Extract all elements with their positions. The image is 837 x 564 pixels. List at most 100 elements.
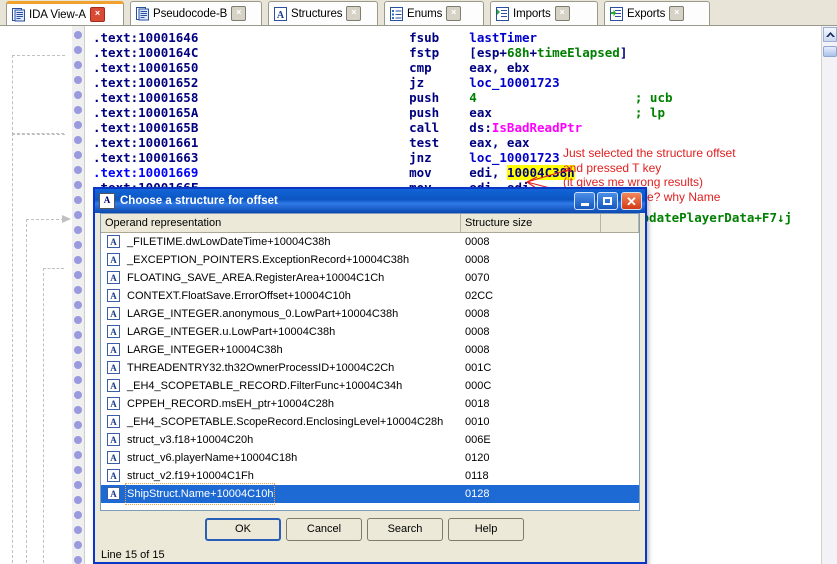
line-mnemonic: jz (409, 75, 470, 90)
ok-button[interactable]: OK (205, 518, 281, 541)
flow-marker-dot (74, 46, 82, 54)
column-header-spare[interactable] (601, 214, 639, 232)
structure-size-cell: 001C (465, 362, 492, 374)
code-reference[interactable]: loc_10001723 (469, 75, 559, 90)
scrollbar-thumb[interactable] (823, 46, 837, 57)
tab-close-icon[interactable]: × (669, 6, 685, 21)
disassembly-line[interactable]: .text:10001658 push 4 ; ucb (93, 90, 673, 105)
graph-flow-line (12, 133, 64, 134)
line-address: .text:10001669 (93, 165, 199, 180)
operand-representation-cell: LARGE_INTEGER+10004C38h (127, 344, 283, 356)
tab-bar: IDA View-A × Pseudocode-B × A Structures × Enum… (0, 0, 837, 26)
operand-representation-cell: ShipStruct.Name+10004C10h (124, 483, 276, 505)
line-comment: ; ucb (634, 90, 673, 105)
operand-representation-cell: CPPEH_RECORD.msEH_ptr+10004C28h (127, 398, 334, 410)
flow-marker-dot (74, 181, 82, 189)
tab-close-icon[interactable]: × (554, 6, 570, 21)
table-row[interactable]: Astruct_v2.f19+10004C1Fh 0118 (101, 467, 639, 485)
tab-close-icon[interactable]: × (346, 6, 362, 21)
column-header[interactable]: Structure size (461, 214, 601, 232)
tab-close-icon[interactable]: × (89, 7, 105, 22)
disassembly-line[interactable]: .text:10001646 fsub lastTimer (93, 30, 537, 45)
minimize-button[interactable] (574, 192, 595, 210)
table-row[interactable]: A CONTEXT.FloatSave.ErrorOffset+10004C10h… (101, 287, 639, 305)
tab-close-icon[interactable]: × (446, 6, 462, 21)
tab-imports[interactable]: Imports × (490, 1, 598, 25)
tab-enums[interactable]: Enums × (384, 1, 484, 25)
line-operands: eax, ebx (469, 60, 530, 75)
graph-flow-line (26, 219, 27, 563)
disassembly-line[interactable]: .text:1000165B call ds:IsBadReadPtr (93, 120, 582, 135)
struct-icon: A (107, 235, 120, 248)
graph-flow-line (12, 133, 13, 563)
table-row[interactable]: A THREADENTRY32.th32OwnerProcessID+10004C… (101, 359, 639, 377)
column-header[interactable]: Operand representation (101, 214, 461, 232)
list-rows[interactable]: A _FILETIME.dwLowDateTime+10004C38h 0008 A _… (101, 233, 639, 505)
disassembly-line[interactable]: .text:1000165A push eax ; lp (93, 105, 665, 120)
flow-arrow-icon (62, 214, 72, 224)
struct-icon: A (107, 487, 120, 500)
table-row[interactable]: A LARGE_INTEGER+10004C38h 0008 (101, 341, 639, 359)
line-mnemonic: call (409, 120, 470, 135)
line-address: .text:10001652 (93, 75, 199, 90)
flow-marker-dot (74, 406, 82, 414)
table-row[interactable]: A LARGE_INTEGER.u.LowPart+10004C38h 0008 (101, 323, 639, 341)
operand-representation-cell: _EH4_SCOPETABLE.ScopeRecord.EnclosingLev… (127, 416, 444, 428)
table-row[interactable]: A _FILETIME.dwLowDateTime+10004C38h 0008 (101, 233, 639, 251)
flow-marker-dot (74, 256, 82, 264)
scroll-up-button[interactable] (823, 27, 837, 42)
disassembly-line[interactable]: .text:10001650 cmp eax, ebx (93, 60, 530, 75)
tab-label: Enums (407, 7, 443, 20)
line-address: .text:1000165A (93, 105, 199, 120)
table-row[interactable]: Astruct_v3.f18+10004C20h 006E (101, 431, 639, 449)
table-row[interactable]: A FLOATING_SAVE_AREA.RegisterArea+10004C1… (101, 269, 639, 287)
disassembly-line[interactable]: .text:1000164C fstp [esp+68h+timeElapsed… (93, 45, 627, 60)
flow-marker-dot (74, 106, 82, 114)
table-row[interactable]: A _EH4_SCOPETABLE.ScopeRecord.EnclosingLe… (101, 413, 639, 431)
structure-list[interactable]: Operand representation Structure size A _F… (100, 213, 640, 511)
flow-marker-dot (74, 31, 82, 39)
tab-ida-view-a[interactable]: IDA View-A × (6, 1, 124, 25)
code-reference[interactable]: lastTimer (469, 30, 537, 45)
help-button[interactable]: Help (448, 518, 524, 541)
table-row[interactable]: A _EH4_SCOPETABLE_RECORD.FilterFunc+10004… (101, 377, 639, 395)
table-row[interactable]: A LARGE_INTEGER.anonymous_0.LowPart+10004… (101, 305, 639, 323)
dialog-title-bar[interactable]: A Choose a structure for offset ✕ (95, 189, 645, 213)
struct-icon: A (107, 379, 120, 392)
line-comment: ; lp (634, 105, 665, 120)
tab-close-icon[interactable]: × (231, 6, 247, 21)
dialog-body: Operand representation Structure size A _F… (95, 213, 645, 562)
minimize-icon (580, 202, 589, 206)
disassembly-line[interactable]: .text:10001652 jz loc_10001723 (93, 75, 560, 90)
disassembly-line[interactable]: .text:10001669 mov edi, 10004C38h (93, 165, 575, 180)
flow-marker-dot (74, 391, 82, 399)
table-row[interactable]: Astruct_v6.playerName+10004C18h 0120 (101, 449, 639, 467)
maximize-button[interactable] (597, 192, 618, 210)
tab-structures[interactable]: A Structures × (268, 1, 378, 25)
xref-label: UpdatePlayerData+F7↓j (634, 210, 793, 225)
tab-exports[interactable]: Exports × (604, 1, 710, 25)
operand-representation-cell: _FILETIME.dwLowDateTime+10004C38h (127, 236, 331, 248)
api-name[interactable]: IsBadReadPtr (492, 120, 582, 135)
line-mnemonic: push (409, 105, 470, 120)
close-button[interactable]: ✕ (621, 192, 642, 210)
code-reference[interactable]: loc_10001723 (469, 150, 559, 165)
table-row[interactable]: A ShipStruct.Name+10004C10h 0128 (101, 483, 639, 505)
table-row[interactable]: A CPPEH_RECORD.msEH_ptr+10004C28h 0018 (101, 395, 639, 413)
maximize-icon (603, 197, 612, 205)
line-mnemonic: cmp (409, 60, 470, 75)
cancel-button[interactable]: Cancel (286, 518, 362, 541)
flow-marker-dot (74, 121, 82, 129)
flow-marker-dot (74, 481, 82, 489)
struct-icon: A (107, 451, 120, 464)
flow-marker-dot (74, 211, 82, 219)
document-icon (12, 7, 25, 22)
vertical-scrollbar[interactable] (821, 26, 837, 564)
chevron-up-icon (825, 31, 835, 37)
search-button[interactable]: Search (367, 518, 443, 541)
disassembly-line[interactable]: .text:10001663 jnz loc_10001723 (93, 150, 560, 165)
disassembly-line[interactable]: .text:10001661 test eax, eax (93, 135, 530, 150)
tab-pseudocode-b[interactable]: Pseudocode-B × (130, 1, 262, 25)
tab-label: IDA View-A (29, 8, 86, 21)
table-row[interactable]: A _EXCEPTION_POINTERS.ExceptionRecord+100… (101, 251, 639, 269)
